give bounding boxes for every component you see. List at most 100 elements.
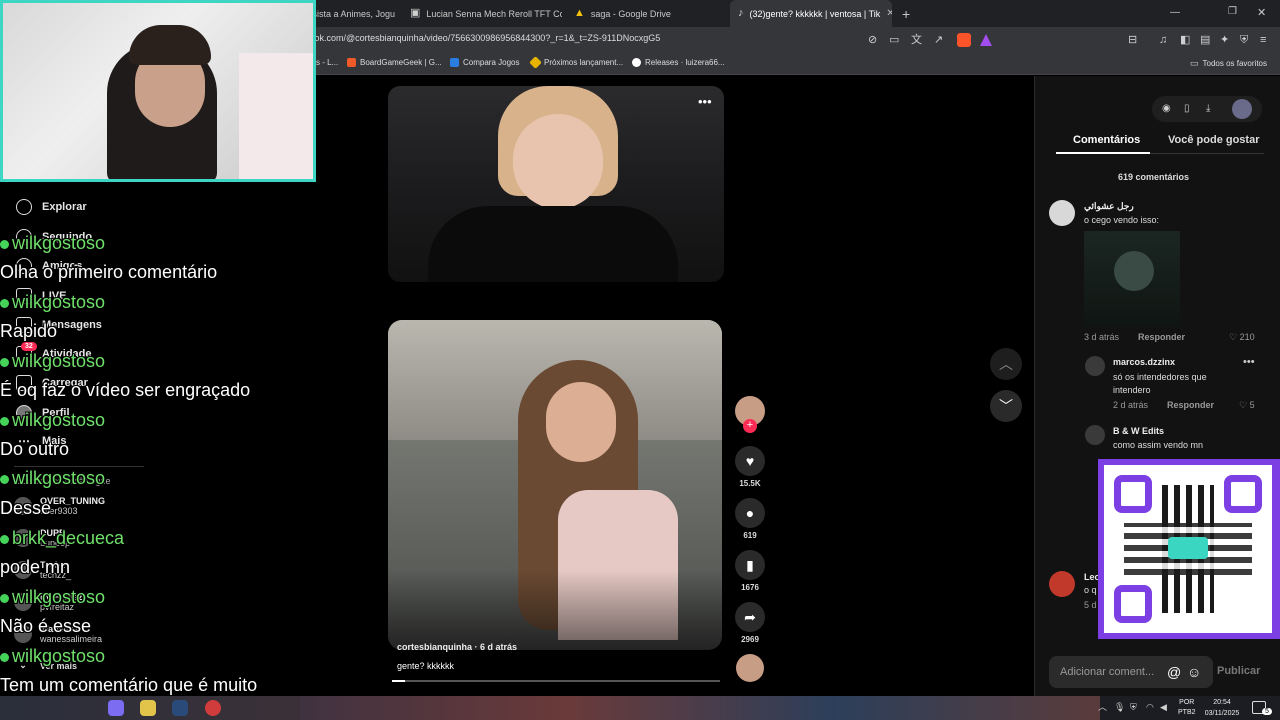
menu-icon[interactable]: ≡ bbox=[1260, 35, 1266, 46]
bookmark-boardgamegeek[interactable]: BoardGameGeek | G... bbox=[347, 58, 442, 67]
rewards-icon[interactable] bbox=[980, 34, 992, 46]
comment-author[interactable]: marcos.dzzinx bbox=[1113, 357, 1175, 367]
compass-icon[interactable]: ◉ bbox=[1162, 103, 1171, 114]
security-icon[interactable]: ⛨ bbox=[1130, 702, 1137, 713]
close-tab-icon[interactable]: ✕ bbox=[886, 8, 892, 19]
tab-tft[interactable]: ▣ Lucian Senna Mech Reroll TFT Comp bbox=[402, 0, 562, 27]
clock[interactable]: 20:54 03/11/2025 bbox=[1200, 697, 1244, 719]
video-author[interactable]: cortesbianquinha · 6 d atrás bbox=[397, 642, 517, 652]
comment-avatar[interactable] bbox=[1049, 571, 1075, 597]
comment-author[interactable]: B & W Edits bbox=[1113, 426, 1164, 436]
comment-input[interactable]: Adicionar coment... @ ☺ bbox=[1049, 656, 1213, 688]
chat-user-text: wilkgostoso bbox=[12, 587, 106, 607]
close-window-icon[interactable]: ✕ bbox=[1257, 6, 1266, 19]
comment-avatar[interactable] bbox=[1085, 356, 1105, 376]
chat-username: wilkgostoso bbox=[0, 292, 105, 312]
bookmark-compara-jogos[interactable]: Compara Jogos bbox=[450, 58, 519, 67]
bookmark-releases[interactable]: Releases · luizera66... bbox=[632, 58, 725, 67]
minimize-icon[interactable]: — bbox=[1170, 7, 1180, 18]
previous-video-button[interactable]: ︿ bbox=[990, 348, 1022, 380]
publish-button[interactable]: Publicar bbox=[1217, 665, 1260, 677]
vpn-icon[interactable]: ⛨ bbox=[1240, 35, 1248, 46]
bookmark-item[interactable]: s - L... bbox=[316, 58, 338, 67]
video-more-button[interactable]: ••• bbox=[698, 94, 712, 109]
wifi-icon[interactable]: ◠ bbox=[1146, 702, 1154, 713]
tab-voce-pode-gostar[interactable]: Você pode gostar bbox=[1168, 134, 1259, 146]
next-video-button[interactable]: ﹀ bbox=[990, 390, 1022, 422]
tray-arrow-icon[interactable]: ︿ bbox=[1098, 702, 1107, 713]
video-previous[interactable]: ••• bbox=[388, 86, 724, 282]
drive-icon: ▲ bbox=[574, 7, 585, 19]
activity-badge: 32 bbox=[21, 342, 37, 351]
image-figure bbox=[1114, 251, 1154, 291]
emoji-icon[interactable]: ☺ bbox=[1187, 664, 1201, 680]
progress-bar[interactable] bbox=[392, 680, 720, 682]
share-button[interactable]: ➦ 2969 bbox=[735, 602, 765, 644]
files-icon[interactable] bbox=[140, 700, 156, 716]
qr-logo bbox=[1168, 537, 1208, 559]
tab-divider bbox=[1150, 153, 1264, 154]
video-player[interactable] bbox=[388, 320, 722, 650]
taskbar: ︿ 🎙 ⛨ ◠ ◀ POR PTB2 20:54 03/11/2025 5 bbox=[0, 696, 1280, 720]
comment-button[interactable]: ● 619 bbox=[735, 498, 765, 540]
comment-more-icon[interactable]: ••• bbox=[1243, 356, 1255, 368]
download-icon[interactable]: ⤓ bbox=[1206, 103, 1210, 114]
reply-button[interactable]: Responder bbox=[1138, 332, 1185, 342]
all-favorites-folder[interactable]: ▭ Todos os favoritos bbox=[1190, 58, 1267, 69]
phone-icon[interactable]: ▯ bbox=[1184, 103, 1190, 114]
chat-username: wilkgostoso bbox=[0, 468, 105, 488]
qr-finder bbox=[1224, 475, 1262, 513]
tab-comentarios[interactable]: Comentários bbox=[1073, 134, 1140, 146]
ai-icon[interactable]: ✦ bbox=[1220, 35, 1229, 46]
mention-icon[interactable]: @ bbox=[1167, 664, 1181, 680]
comment-avatar[interactable] bbox=[1085, 425, 1105, 445]
save-button[interactable]: ▮ 1676 bbox=[735, 550, 765, 592]
discord-icon[interactable] bbox=[108, 700, 124, 716]
qr-code bbox=[1104, 465, 1272, 633]
sidebar-icon[interactable]: ⊟ bbox=[1128, 35, 1137, 46]
nav-explorar[interactable]: Explorar bbox=[16, 199, 87, 215]
comment-time: 2 d atrás bbox=[1113, 400, 1149, 410]
chat-user-text: wilkgostoso bbox=[12, 468, 106, 488]
new-tab-button[interactable]: + bbox=[894, 0, 918, 27]
cast-icon[interactable]: ▭ bbox=[889, 35, 899, 46]
chat-username: wilkgostoso bbox=[0, 233, 105, 253]
like-button[interactable]: ♥ 15.5K bbox=[735, 446, 765, 488]
follow-plus-icon[interactable]: + bbox=[743, 419, 757, 433]
creator-avatar[interactable]: + bbox=[735, 396, 765, 433]
user-avatar[interactable] bbox=[1232, 99, 1252, 119]
language-indicator[interactable]: POR PTB2 bbox=[1178, 698, 1196, 718]
comment-like-button[interactable]: ♡ 5 bbox=[1239, 400, 1255, 411]
wallet-icon[interactable]: ▤ bbox=[1200, 35, 1210, 46]
tracking-icon[interactable]: ⊘ bbox=[868, 35, 877, 46]
split-view-icon[interactable]: ◧ bbox=[1180, 35, 1190, 46]
comment-like-button[interactable]: ♡ 210 bbox=[1229, 332, 1255, 343]
mic-icon[interactable]: 🎙 bbox=[1114, 702, 1125, 713]
tab-tiktok[interactable]: ♪ (32)gente? kkkkkk | ventosa | Tik ✕ bbox=[730, 0, 892, 27]
share-icon[interactable]: ↗ bbox=[934, 35, 943, 46]
comment-avatar[interactable] bbox=[1049, 200, 1075, 226]
comment-placeholder: Adicionar coment... bbox=[1060, 666, 1155, 678]
bookmark-icon: ▮ bbox=[735, 550, 765, 580]
url-field[interactable]: tok.com/@cortesbianquinha/video/75663009… bbox=[312, 33, 660, 43]
chat-message-text: pode mn bbox=[0, 557, 71, 577]
chat-message-text: Do outro bbox=[0, 439, 70, 459]
bookmark-lancamentos[interactable]: Próximos lançament... bbox=[529, 56, 623, 69]
bgg-icon bbox=[347, 58, 356, 67]
comment-image[interactable] bbox=[1084, 231, 1180, 327]
obs-icon[interactable] bbox=[205, 700, 221, 716]
steam-icon[interactable] bbox=[172, 700, 188, 716]
music-icon[interactable]: ♫ bbox=[1159, 35, 1167, 46]
reply-button[interactable]: Responder bbox=[1167, 400, 1214, 410]
volume-icon[interactable]: ◀ bbox=[1160, 702, 1167, 713]
share-count: 2969 bbox=[741, 635, 759, 644]
comment-author[interactable]: رجل عشوائي bbox=[1084, 201, 1134, 212]
translate-icon[interactable]: 文 bbox=[911, 35, 922, 46]
person-face bbox=[513, 114, 603, 209]
music-disc[interactable] bbox=[735, 654, 765, 682]
brave-shield-icon[interactable] bbox=[957, 33, 971, 47]
chat-user-text: wilkgostoso bbox=[12, 233, 106, 253]
chat-username: wilkgostoso bbox=[0, 587, 105, 607]
maximize-icon[interactable]: ❐ bbox=[1228, 6, 1237, 17]
tab-drive[interactable]: ▲ saga - Google Drive bbox=[566, 0, 726, 27]
